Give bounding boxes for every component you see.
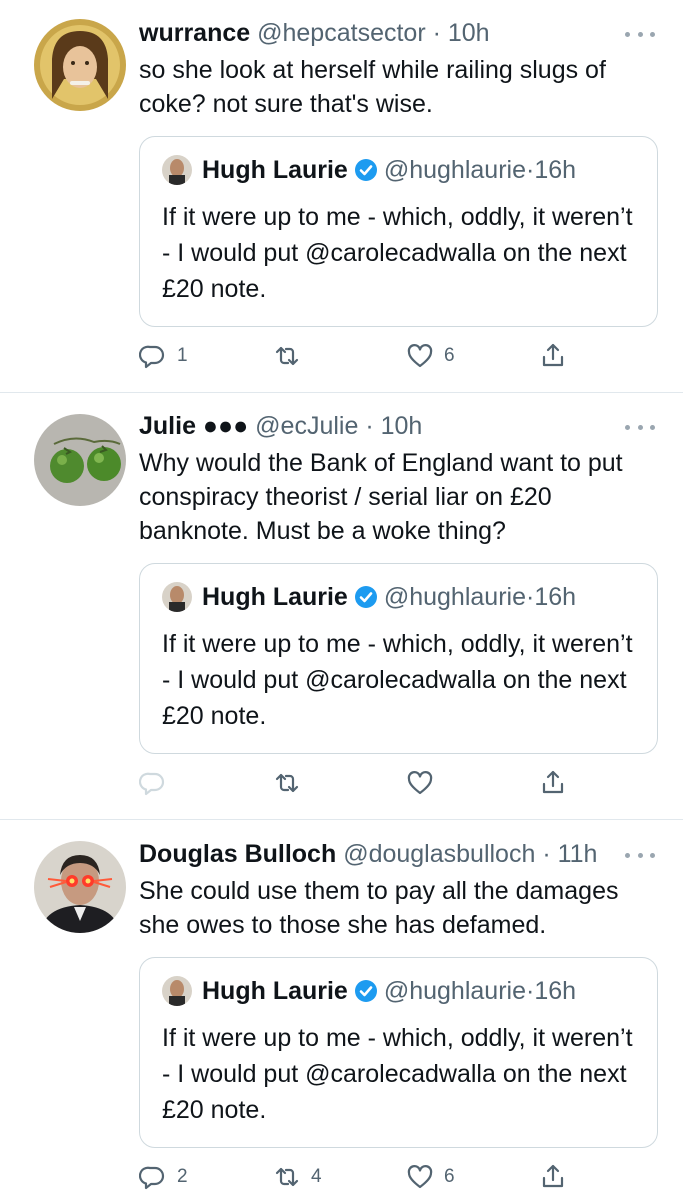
reply-button[interactable]: 1 [139, 339, 188, 373]
quoted-tweet-text: If it were up to me - which, oddly, it w… [162, 203, 633, 303]
reply-count: 1 [177, 345, 188, 366]
quoted-timestamp: 16h [534, 582, 577, 611]
timestamp[interactable]: 10h [381, 412, 423, 440]
separator-dot: · [425, 19, 448, 47]
quoted-tweet-text: If it were up to me - which, oddly, it w… [162, 630, 633, 730]
quoted-display-name: Hugh Laurie [202, 582, 348, 611]
tweet-actions: 2 4 6 [139, 1160, 579, 1194]
separator-dot: · [525, 976, 535, 1005]
tweet[interactable]: Julie ●●● @ecJulie · 10h Why would the B… [0, 393, 683, 820]
timestamp[interactable]: 10h [448, 19, 490, 47]
quoted-timestamp: 16h [534, 976, 577, 1005]
like-button[interactable]: 6 [406, 1160, 455, 1194]
quoted-tweet[interactable]: Hugh Laurie @hughlaurie · 16h If it were… [139, 563, 658, 754]
retweet-icon [275, 346, 299, 366]
heart-icon [407, 344, 433, 368]
quoted-tweet[interactable]: Hugh Laurie @hughlaurie · 16h If it were… [139, 136, 658, 327]
share-icon [542, 770, 564, 794]
separator-dot: · [535, 840, 558, 868]
like-count: 6 [444, 1166, 455, 1187]
retweet-button[interactable] [273, 766, 311, 800]
quoted-tweet-header: Hugh Laurie @hughlaurie · 16h [162, 974, 576, 1008]
reply-icon [139, 772, 165, 796]
tweet-header: Julie ●●● @ecJulie · 10h [139, 409, 653, 443]
tweet-text: She could use them to pay all the damage… [139, 877, 619, 939]
tweet-actions: 1 6 [139, 339, 579, 373]
like-button[interactable]: 6 [406, 339, 455, 373]
reply-button[interactable]: 2 [139, 1160, 188, 1194]
tweet[interactable]: Douglas Bulloch @douglasbulloch · 11h Sh… [0, 820, 683, 1200]
more-icon[interactable] [625, 27, 655, 41]
share-button[interactable] [539, 766, 567, 800]
verified-badge-icon [354, 586, 377, 608]
timestamp[interactable]: 11h [558, 840, 598, 868]
quoted-tweet[interactable]: Hugh Laurie @hughlaurie · 16h If it were… [139, 957, 658, 1148]
reply-button[interactable] [139, 766, 177, 800]
tweet-header: wurrance @hepcatsector · 10h [139, 16, 653, 50]
retweet-icon [275, 773, 299, 793]
tweet[interactable]: wurrance @hepcatsector · 10h so she look… [0, 0, 683, 393]
display-name[interactable]: Julie ●●● [139, 412, 248, 440]
quoted-display-name: Hugh Laurie [202, 155, 348, 184]
share-button[interactable] [539, 1160, 567, 1194]
heart-icon [407, 771, 433, 795]
avatar[interactable] [34, 841, 126, 933]
quoted-tweet-header: Hugh Laurie @hughlaurie · 16h [162, 153, 576, 187]
like-count: 6 [444, 345, 455, 366]
verified-badge-icon [354, 159, 377, 181]
user-handle[interactable]: @ecJulie [255, 412, 358, 440]
tweet-text: so she look at herself while railing slu… [139, 56, 606, 118]
retweet-button[interactable] [273, 339, 311, 373]
reply-icon [139, 345, 165, 369]
retweet-count: 4 [311, 1166, 322, 1187]
verified-badge-icon [354, 980, 377, 1002]
avatar[interactable] [34, 19, 126, 111]
quoted-handle: @hughlaurie [383, 155, 526, 184]
reply-count: 2 [177, 1166, 188, 1187]
user-handle[interactable]: @douglasbulloch [343, 840, 535, 868]
reply-icon [139, 1166, 165, 1190]
retweet-button[interactable]: 4 [273, 1160, 322, 1194]
tweet-actions [139, 766, 579, 800]
quoted-avatar [162, 976, 192, 1006]
user-handle[interactable]: @hepcatsector [257, 19, 426, 47]
quoted-handle: @hughlaurie [383, 582, 526, 611]
avatar[interactable] [34, 414, 126, 506]
display-name[interactable]: wurrance [139, 19, 250, 47]
display-name[interactable]: Douglas Bulloch [139, 840, 336, 868]
tweet-text: Why would the Bank of England want to pu… [139, 449, 623, 545]
quoted-avatar [162, 155, 192, 185]
separator-dot: · [525, 155, 535, 184]
quoted-avatar [162, 582, 192, 612]
quoted-timestamp: 16h [534, 155, 577, 184]
retweet-icon [275, 1167, 299, 1187]
share-icon [542, 1164, 564, 1188]
separator-dot: · [525, 582, 535, 611]
quoted-tweet-header: Hugh Laurie @hughlaurie · 16h [162, 580, 576, 614]
quoted-tweet-text: If it were up to me - which, oddly, it w… [162, 1024, 633, 1124]
more-icon[interactable] [625, 420, 655, 434]
separator-dot: · [358, 412, 381, 440]
more-icon[interactable] [625, 848, 655, 862]
quoted-display-name: Hugh Laurie [202, 976, 348, 1005]
share-button[interactable] [539, 339, 567, 373]
heart-icon [407, 1165, 433, 1189]
share-icon [542, 343, 564, 367]
tweet-header: Douglas Bulloch @douglasbulloch · 11h [139, 837, 653, 871]
quoted-handle: @hughlaurie [383, 976, 526, 1005]
like-button[interactable] [406, 766, 444, 800]
